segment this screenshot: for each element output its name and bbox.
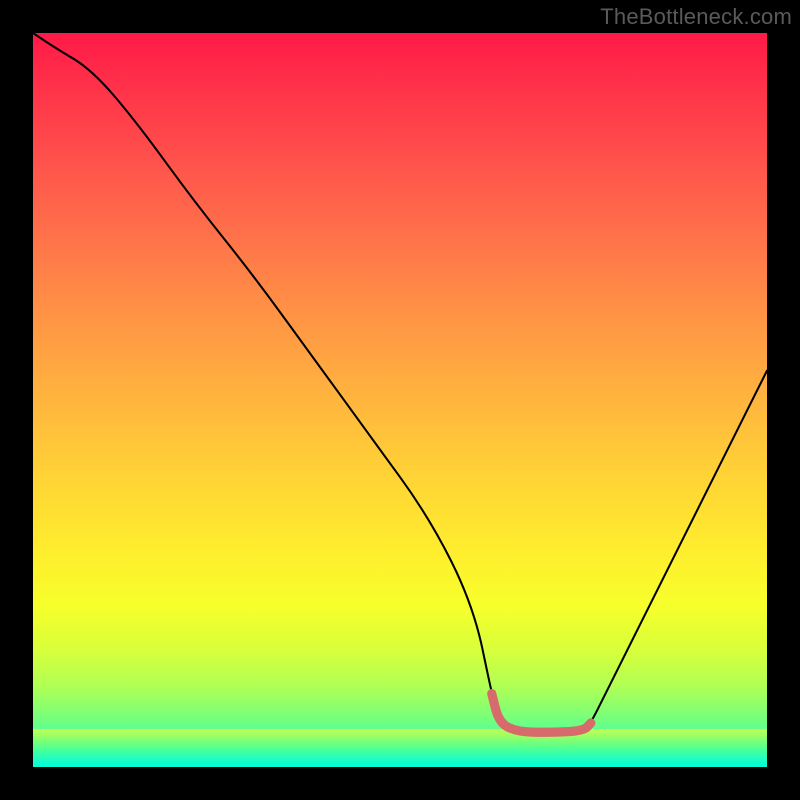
valley-highlight-path bbox=[492, 694, 591, 733]
chart-container: TheBottleneck.com bbox=[0, 0, 800, 800]
plot-area bbox=[33, 33, 767, 767]
watermark-text: TheBottleneck.com bbox=[600, 4, 792, 30]
bottleneck-curve-path bbox=[33, 33, 767, 732]
curve-svg bbox=[33, 33, 767, 767]
